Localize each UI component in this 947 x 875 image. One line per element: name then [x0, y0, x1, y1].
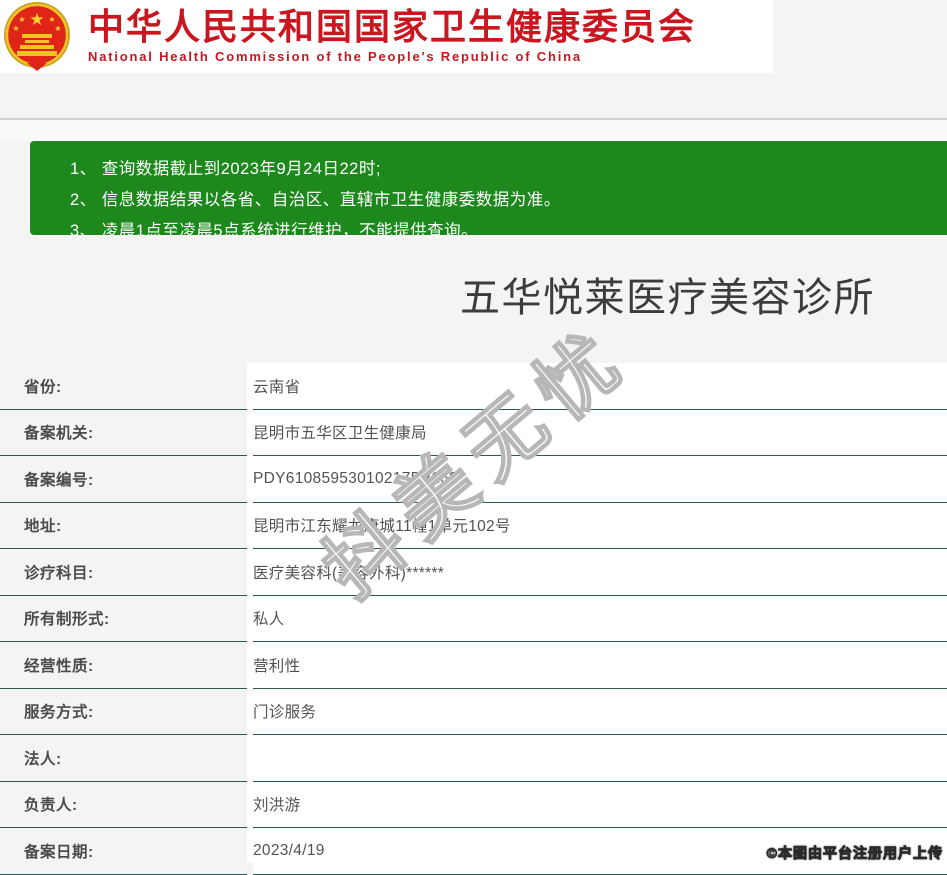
light-strip — [0, 120, 947, 141]
table-row: 负责人: 刘洪游 — [0, 781, 947, 828]
notice-line-3: 3、 凌晨1点至凌晨5点系统进行维护，不能提供查询。 — [70, 222, 479, 240]
row-label: 经营性质: — [0, 642, 247, 689]
row-value: PDY61085953010217D2162 — [253, 456, 947, 503]
table-row: 诊疗科目: 医疗美容科(美容外科)****** — [0, 549, 947, 596]
row-label: 备案编号: — [0, 456, 247, 503]
row-value: 医疗美容科(美容外科)****** — [253, 549, 947, 596]
table-row: 备案机关: 昆明市五华区卫生健康局 — [0, 409, 947, 456]
row-label: 诊疗科目: — [0, 549, 247, 596]
table-row: 地址: 昆明市江东耀龙康城11幢1单元102号 — [0, 502, 947, 549]
institution-name-title: 五华悦莱医疗美容诊所 — [460, 276, 875, 320]
china-national-emblem-icon: ★ ★ ★ ★ ★ — [4, 2, 70, 71]
table-row: 服务方式: 门诊服务 — [0, 688, 947, 735]
row-value: 私人 — [253, 595, 947, 642]
row-label: 所有制形式: — [0, 595, 247, 642]
notice-box: 1、 查询数据截止到2023年9月24日22时; 2、 信息数据结果以各省、自治… — [30, 141, 947, 240]
row-label: 备案日期: — [0, 828, 247, 875]
table-row: 法人: — [0, 735, 947, 782]
row-label: 地址: — [0, 502, 247, 549]
row-value: 昆明市五华区卫生健康局 — [253, 409, 947, 456]
row-value: 刘洪游 — [253, 781, 947, 828]
row-label: 省份: — [0, 363, 247, 410]
table-row: 备案编号: PDY61085953010217D2162 — [0, 456, 947, 503]
site-header: ★ ★ ★ ★ ★ 中华人民共和国国家卫生健康委员会 National Heal… — [0, 0, 773, 73]
row-label: 法人: — [0, 735, 247, 782]
table-row: 省份: 云南省 — [0, 363, 947, 410]
notice-line-2: 2、 信息数据结果以各省、自治区、直辖市卫生健康委数据为准。 — [70, 191, 561, 209]
svg-text:★: ★ — [29, 10, 44, 29]
svg-text:★: ★ — [54, 24, 61, 33]
records-table: 省份: 云南省 备案机关: 昆明市五华区卫生健康局 备案编号: PDY61085… — [0, 363, 947, 875]
table-row: 所有制形式: 私人 — [0, 595, 947, 642]
row-value: 营利性 — [253, 642, 947, 689]
row-value: 门诊服务 — [253, 688, 947, 735]
site-title-en: National Health Commission of the People… — [88, 49, 582, 64]
svg-text:★: ★ — [12, 24, 19, 33]
row-value — [253, 735, 947, 782]
row-label: 服务方式: — [0, 688, 247, 735]
row-value: 云南省 — [253, 363, 947, 410]
upload-credit-watermark: ©本图由平台注册用户上传 — [766, 845, 943, 862]
table-row: 经营性质: 营利性 — [0, 642, 947, 689]
site-title-cn: 中华人民共和国国家卫生健康委员会 — [88, 6, 697, 47]
svg-text:★: ★ — [18, 15, 25, 24]
svg-text:★: ★ — [48, 15, 55, 24]
row-label: 负责人: — [0, 781, 247, 828]
notice-line-1: 1、 查询数据截止到2023年9月24日22时; — [70, 160, 381, 178]
row-value: 昆明市江东耀龙康城11幢1单元102号 — [253, 502, 947, 549]
row-label: 备案机关: — [0, 409, 247, 456]
